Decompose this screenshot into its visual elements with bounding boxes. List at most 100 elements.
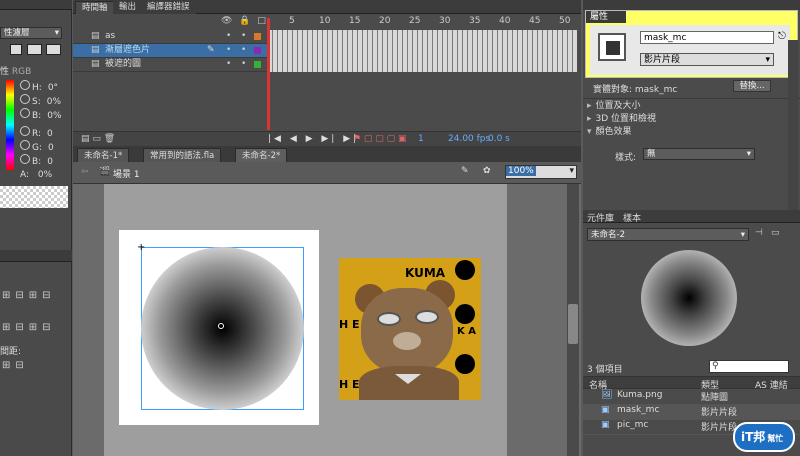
layout-button-2[interactable] [27, 44, 42, 55]
align-icons-row[interactable]: ⊞⊟⊞⊟ [2, 290, 68, 302]
radio-icon[interactable] [20, 140, 30, 150]
paw-icon-3 [455, 354, 475, 374]
section-label: 3D 位置和檢視 [595, 114, 657, 124]
radio-icon[interactable] [20, 108, 30, 118]
registration-point[interactable] [218, 323, 224, 329]
bear-head [361, 288, 453, 374]
timeline-layer[interactable]: ▤ as • • [73, 30, 267, 44]
rgb-field[interactable]: G: 0 [20, 140, 54, 154]
hsb-fields: H: 0° S: 0% B: 0% [20, 80, 62, 122]
doc-tab-2[interactable]: 常用到的語法.fla [143, 148, 222, 163]
library-item[interactable]: 🖼 Kuma.png 點陣圖 [583, 390, 800, 405]
hsb-field[interactable]: H: 0° [20, 80, 62, 94]
outline-icon[interactable]: □ [257, 16, 266, 26]
edit-symbol-icon[interactable]: ✿ [483, 166, 491, 176]
radio-icon[interactable] [20, 80, 30, 90]
timeline-layer[interactable]: ▤ 被遮的圖 • • [73, 58, 267, 72]
section-label: 位置及大小 [595, 101, 641, 111]
library-item[interactable]: ▣ mask_mc 影片片段 [583, 405, 800, 420]
zoom-select[interactable]: 100% ▾ [505, 165, 577, 179]
style-select[interactable]: 無 ▾ [643, 148, 755, 160]
lock-icon[interactable]: 🔒 [239, 16, 250, 26]
tab-compiler-errors[interactable]: 編譯器錯誤 [141, 1, 196, 14]
scene-name[interactable]: 場景 1 [113, 167, 140, 180]
frames-grid[interactable] [267, 30, 577, 72]
chevron-down-icon: ▾ [569, 166, 574, 176]
library-document-select[interactable]: 未命名-2 ▾ [587, 228, 749, 241]
rgb-field[interactable]: R: 0 [20, 126, 54, 140]
spacing-label: 間距: [0, 347, 22, 357]
current-frame: 1 [418, 134, 424, 144]
scrollbar-thumb[interactable] [568, 304, 578, 344]
lock-dot[interactable]: • [241, 58, 246, 71]
frame-number: 40 [499, 16, 511, 26]
properties-panel: 屬性 mask_mc ⎋ 影片片段 ▾ 實體對象: mask_mc 替換... … [583, 10, 800, 210]
kuma-bear-image[interactable]: KUMA H E H E K A [339, 258, 481, 400]
visibility-dot[interactable]: • [226, 44, 231, 57]
mask-mc-instance[interactable]: + [119, 230, 319, 425]
playhead[interactable] [267, 18, 270, 130]
tab-timeline[interactable]: 時間軸 [75, 1, 115, 14]
tab-properties[interactable]: 屬性 [586, 11, 626, 23]
style-value: 無 [647, 149, 656, 159]
radio-icon[interactable] [20, 126, 30, 136]
symbol-type-select[interactable]: 影片片段 ▾ [640, 53, 774, 66]
visibility-dot[interactable]: • [226, 30, 231, 43]
tab-output[interactable]: 輸出 [113, 1, 143, 14]
doc-tab-1[interactable]: 未命名-1* [77, 148, 130, 163]
visibility-dot[interactable]: • [226, 58, 231, 71]
frame-number: 20 [379, 16, 391, 26]
doc-tab-3[interactable]: 未命名-2* [235, 148, 288, 163]
eye-icon[interactable]: 👁 [221, 16, 232, 26]
hsb-field[interactable]: S: 0% [20, 94, 62, 108]
new-library-icon[interactable]: ▭ [771, 228, 780, 238]
playback-controls[interactable]: |◀ ◀ ▶ ▶| ▶| [268, 134, 359, 144]
back-arrow-icon[interactable]: ⇦ [81, 167, 89, 177]
swap-button[interactable]: 替換... [733, 80, 771, 92]
library-item-count: 3 個項目 [587, 365, 623, 375]
layer-color-box[interactable] [254, 61, 261, 68]
rgb-field[interactable]: B: 0 [20, 154, 54, 168]
vertical-scrollbar[interactable] [567, 184, 579, 456]
tab-library[interactable]: 元件庫 [587, 211, 614, 224]
layer-color-box[interactable] [254, 47, 261, 54]
hsb-field[interactable]: B: 0% [20, 108, 62, 122]
lock-dot[interactable]: • [241, 30, 246, 43]
property-section[interactable]: ▸ 3D 位置和檢視 [587, 113, 656, 126]
field-key: G: [32, 143, 43, 153]
properties-sections: ▸ 位置及大小 ▸ 3D 位置和檢視 ▾ 顏色效果 [587, 100, 656, 139]
property-section[interactable]: ▸ 位置及大小 [587, 100, 656, 113]
link-icon[interactable]: ⎋ [778, 31, 788, 43]
radio-icon[interactable] [20, 94, 30, 104]
frame-ruler[interactable]: 5 10 15 20 25 30 35 40 45 50 [267, 16, 577, 28]
property-section[interactable]: ▾ 顏色效果 [587, 126, 656, 139]
alpha-field[interactable]: A: 0% [20, 170, 52, 180]
tab-swatches[interactable]: 樣本 [623, 211, 641, 224]
alpha-unit: % [43, 170, 53, 180]
radio-icon[interactable] [20, 154, 30, 164]
new-layer-icon[interactable]: ▤ ▭ 🗑 [81, 134, 115, 144]
chevron-down-icon: ▾ [746, 149, 751, 159]
edit-scene-icon[interactable]: ✎ [461, 166, 469, 176]
layout-button-3[interactable] [46, 44, 61, 55]
layer-color-box[interactable] [254, 33, 261, 40]
lock-dot[interactable]: • [241, 44, 246, 57]
section-label: 顏色效果 [595, 127, 632, 137]
blend-select[interactable]: 性濾層 ▾ [0, 27, 62, 39]
zoom-value: 100% [506, 166, 536, 176]
instance-name-input[interactable]: mask_mc [640, 31, 774, 44]
timeline-layer[interactable]: ▤ 漸層遮色片 ✎ • • [73, 44, 267, 58]
bear-muzzle [393, 332, 421, 350]
watermark-brand: iT邦 [741, 430, 766, 444]
chevron-down-icon: ▾ [740, 230, 745, 240]
hue-slider[interactable] [6, 80, 14, 170]
properties-scrollbar[interactable] [788, 40, 798, 210]
layout-button-1[interactable] [10, 44, 22, 55]
field-value: 0 [48, 143, 54, 153]
distribute-icons-row[interactable]: ⊞⊟⊞⊟ [2, 322, 68, 334]
movieclip-symbol-icon [598, 33, 626, 61]
pin-icon[interactable]: ⊣ [755, 228, 763, 238]
library-search-input[interactable]: ⚲ [709, 360, 789, 373]
onion-skin-icons[interactable]: ⚑ ▢ ▢ ▢ ▣ [353, 134, 407, 144]
spacing-icons-row[interactable]: ⊞⊟ [2, 360, 32, 372]
